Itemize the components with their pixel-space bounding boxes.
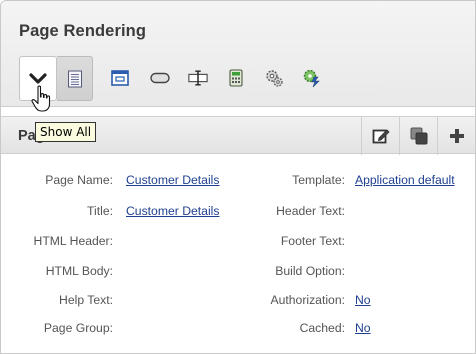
edit-button[interactable] [361, 117, 399, 155]
copy-button[interactable] [399, 117, 437, 155]
plus-icon [447, 126, 467, 146]
property-row: HTML Header: Footer Text: [1, 234, 475, 256]
gear-lightning-icon [302, 68, 322, 88]
document-icon [65, 69, 85, 89]
page-rendering-panel: Page Rendering Show All Page Name: Custo… [0, 0, 476, 354]
document-view-button[interactable] [57, 56, 93, 101]
template-label: Template: [292, 173, 345, 187]
page-group-label: Page Group: [43, 321, 113, 335]
property-row: Page Name: Customer Details Template: Ap… [1, 173, 475, 195]
template-link[interactable]: Application default [355, 173, 455, 187]
window-icon [110, 68, 130, 88]
authorization-link[interactable]: No [355, 293, 371, 307]
help-text-label: Help Text: [59, 293, 113, 307]
copy-icon [409, 126, 429, 146]
property-row: Page Group: Cached: No [1, 321, 475, 343]
dynamic-action-view-button[interactable] [297, 56, 327, 100]
html-body-label: HTML Body: [45, 264, 113, 278]
build-option-label: Build Option: [275, 264, 345, 278]
page-name-label: Page Name: [45, 173, 113, 187]
cached-link[interactable]: No [355, 321, 371, 335]
property-row: Help Text: Authorization: No [1, 293, 475, 315]
pill-button-icon [150, 68, 170, 88]
cached-label: Cached: [299, 321, 345, 335]
footer-text-label: Footer Text: [280, 234, 345, 248]
gears-icon [264, 68, 284, 88]
edit-icon [371, 126, 391, 146]
computation-view-button[interactable] [221, 56, 251, 100]
process-view-button[interactable] [259, 56, 289, 100]
show-all-tooltip: Show All [35, 122, 97, 142]
panel-title: Page Rendering [19, 22, 147, 40]
create-button[interactable] [437, 117, 475, 155]
authorization-label: Authorization: [270, 293, 345, 307]
header-text-label: Header Text: [276, 204, 345, 218]
region-view-button[interactable] [105, 56, 135, 100]
panel-header: Page Rendering [1, 1, 475, 107]
calculator-icon [226, 68, 246, 88]
button-view-button[interactable] [145, 56, 175, 100]
text-cursor-icon [188, 68, 208, 88]
property-row: Title: Customer Details Header Text: [1, 204, 475, 226]
html-header-label: HTML Header: [33, 234, 113, 248]
page-name-link[interactable]: Customer Details [126, 173, 219, 187]
title-link[interactable]: Customer Details [126, 204, 219, 218]
property-row: HTML Body: Build Option: [1, 264, 475, 286]
hand-cursor-icon [31, 85, 53, 118]
item-view-button[interactable] [183, 56, 213, 100]
title-label: Title: [87, 204, 113, 218]
